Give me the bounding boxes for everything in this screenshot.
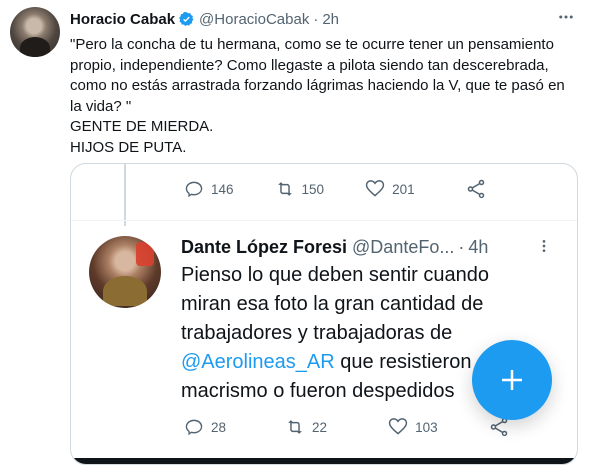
quoted-reply-count: 28	[211, 419, 227, 435]
retweet-button[interactable]: 150	[274, 178, 325, 200]
divider	[71, 220, 577, 221]
heart-icon	[365, 180, 385, 197]
quoted-actions-bottom: 28 22 103	[183, 416, 510, 438]
mention-link[interactable]: @Aerolineas_AR	[181, 351, 335, 373]
bottom-strip	[71, 458, 577, 464]
tweet-text-line: la vida? "	[70, 97, 132, 115]
reply-icon	[185, 181, 203, 198]
quoted-text-line: Pienso lo que deben sentir cuando	[181, 264, 490, 286]
quoted-like-count: 103	[415, 419, 438, 435]
tweet-time[interactable]: 2h	[322, 11, 339, 28]
share-icon	[467, 179, 484, 199]
retweet-icon	[288, 420, 302, 434]
avatar[interactable]	[10, 7, 60, 57]
tweet[interactable]: Horacio Cabak @HoracioCabak · 2h "Pero l…	[0, 0, 595, 465]
quoted-text-line: miran esa foto la gran cantidad de	[181, 293, 484, 315]
quoted-author-handle[interactable]: @DanteFo...	[352, 237, 454, 258]
verified-badge-icon	[179, 11, 194, 26]
quoted-tweet-card[interactable]: 146 150 201 Dante López Foresi @DanteFo.…	[70, 163, 578, 465]
quoted-time[interactable]: 4h	[468, 237, 488, 258]
quoted-author-name[interactable]: Dante López Foresi	[181, 237, 347, 258]
thread-line	[124, 164, 126, 226]
quoted-like-button[interactable]: 103	[387, 416, 438, 438]
separator-dot: ·	[313, 10, 319, 28]
reply-count: 146	[211, 181, 234, 197]
reply-button[interactable]: 146	[183, 178, 234, 200]
quoted-reply-button[interactable]: 28	[183, 416, 226, 438]
compose-button[interactable]	[472, 340, 552, 420]
heart-icon	[388, 418, 408, 435]
mention-suffix: que resistieron	[334, 351, 472, 373]
quoted-avatar[interactable]	[89, 236, 161, 308]
more-dots-icon[interactable]	[557, 8, 575, 26]
tweet-text-line: como no estás arrastrada forzando lágrim…	[70, 77, 565, 95]
tweet-text: "Pero la concha de tu hermana, como se t…	[70, 35, 575, 159]
quoted-separator-dot: ·	[458, 237, 465, 257]
author-name[interactable]: Horacio Cabak	[70, 11, 175, 28]
share-button[interactable]	[465, 178, 487, 200]
more-dots-icon[interactable]	[536, 238, 552, 254]
tweet-text-line: "Pero la concha de tu hermana, como se t…	[70, 36, 554, 53]
like-button[interactable]: 201	[364, 178, 415, 200]
retweet-icon	[277, 182, 292, 196]
retweet-count: 150	[301, 181, 325, 197]
plus-icon	[502, 370, 522, 390]
tweet-text-line: propio, independiente? Como llegaste a p…	[70, 56, 549, 74]
author-handle[interactable]: @HoracioCabak	[199, 11, 309, 28]
reply-icon	[185, 419, 203, 436]
tweet-text-line: HIJOS DE PUTA.	[70, 138, 187, 156]
quoted-retweet-button[interactable]: 22	[284, 416, 327, 438]
quoted-retweet-count: 22	[312, 419, 328, 435]
like-count: 201	[392, 181, 415, 197]
quoted-actions-top: 146 150 201	[183, 178, 487, 200]
tweet-header: Horacio Cabak @HoracioCabak · 2h	[70, 8, 339, 30]
quoted-header: Dante López Foresi @DanteFo... · 4h	[181, 237, 488, 258]
tweet-text-line: GENTE DE MIERDA.	[70, 118, 214, 136]
